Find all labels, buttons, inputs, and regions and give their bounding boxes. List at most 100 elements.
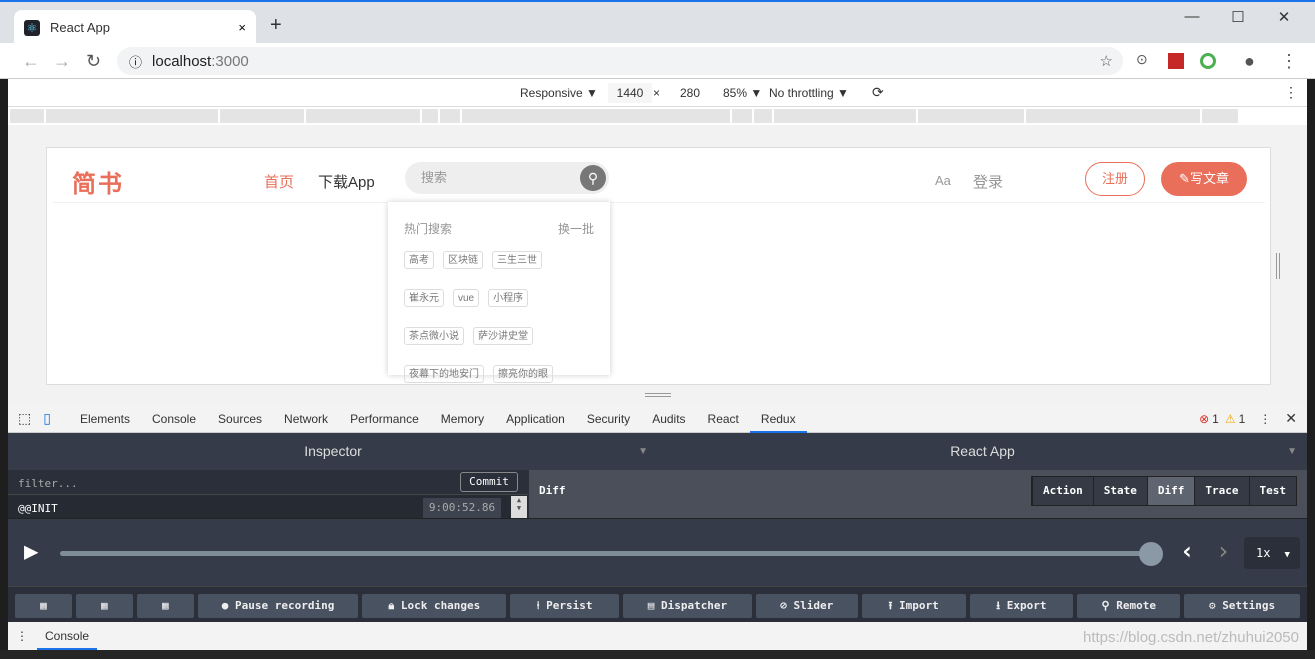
resize-handle-bottom[interactable]: [645, 393, 671, 397]
address-bar-row: ← → ↻ ⓘ localhost:3000 ☆ ⊙ ● ⋮: [0, 43, 1315, 79]
dock-right-button[interactable]: ▦: [75, 594, 133, 618]
hot-tag[interactable]: 三生三世: [492, 251, 542, 269]
tab-diff[interactable]: Diff: [1146, 477, 1195, 505]
tab-test[interactable]: Test: [1248, 477, 1296, 505]
close-devtools-icon[interactable]: ✕: [1285, 410, 1297, 427]
hot-tag[interactable]: 茶点微小说: [404, 327, 464, 345]
star-icon[interactable]: ☆: [1100, 52, 1113, 70]
extension-icon[interactable]: [1168, 53, 1184, 69]
slider-icon: ⊘: [780, 599, 794, 612]
import-button[interactable]: ⭱ Import: [861, 594, 966, 618]
hot-tag[interactable]: vue: [453, 289, 480, 307]
next-icon[interactable]: ›: [1216, 537, 1230, 565]
hot-tag[interactable]: 高考: [404, 251, 434, 269]
dock-bottom-button[interactable]: ▦: [136, 594, 194, 618]
minimize-button[interactable]: —: [1169, 8, 1215, 28]
new-tab-button[interactable]: +: [270, 14, 282, 37]
slider-button[interactable]: ⊘ Slider: [755, 594, 858, 618]
lock-changes-button[interactable]: 🔒︎ Lock changes: [362, 594, 507, 618]
more-icon[interactable]: ⋮: [1284, 84, 1298, 101]
tab-trace[interactable]: Trace: [1194, 477, 1249, 505]
hot-tag[interactable]: 擦亮你的眼: [493, 365, 553, 383]
close-window-button[interactable]: ✕: [1261, 8, 1307, 28]
menu-icon[interactable]: ⋮: [1280, 51, 1298, 72]
tab-redux[interactable]: Redux: [749, 405, 807, 433]
reload-icon[interactable]: ↻: [86, 51, 101, 72]
dock-left-button[interactable]: ▦: [15, 594, 72, 618]
play-icon[interactable]: ▶: [24, 537, 38, 565]
back-icon[interactable]: ←: [22, 51, 40, 72]
write-article-button[interactable]: ✎写文章: [1161, 162, 1247, 196]
commit-button[interactable]: Commit: [460, 472, 518, 492]
hot-tag[interactable]: 夜幕下的地安门: [404, 365, 484, 383]
tab-sources[interactable]: Sources: [207, 405, 273, 433]
hot-tag[interactable]: 小程序: [488, 289, 529, 307]
url-input[interactable]: ⓘ localhost:3000 ☆: [117, 47, 1123, 75]
hot-tag[interactable]: 崔永元: [404, 289, 444, 307]
tab-elements[interactable]: Elements: [69, 405, 141, 433]
drawer-menu-icon[interactable]: ⋮: [16, 629, 28, 643]
profile-icon[interactable]: ●: [1244, 51, 1255, 72]
browser-tab[interactable]: ⚛ React App ×: [14, 10, 256, 45]
height-input[interactable]: 280: [668, 83, 712, 103]
zoom-select[interactable]: 85% ▼: [723, 86, 762, 100]
drawer-tab-console[interactable]: Console: [37, 622, 98, 650]
warning-count[interactable]: 1: [1239, 412, 1246, 426]
more-icon[interactable]: ⋮: [1259, 412, 1271, 426]
device-toggle-icon[interactable]: ▯: [39, 410, 69, 427]
maximize-button[interactable]: ☐: [1215, 8, 1261, 28]
extension-icon[interactable]: [1200, 53, 1216, 69]
forward-icon[interactable]: →: [53, 51, 71, 72]
tab-console[interactable]: Console: [141, 405, 207, 433]
tab-security[interactable]: Security: [576, 405, 641, 433]
export-button[interactable]: ⭳ Export: [969, 594, 1074, 618]
inspect-icon[interactable]: ⬚: [8, 410, 39, 427]
extension-icon[interactable]: ⊙: [1136, 51, 1148, 68]
tab-performance[interactable]: Performance: [339, 405, 430, 433]
device-select[interactable]: Responsive ▼: [520, 86, 598, 100]
tab-memory[interactable]: Memory: [430, 405, 495, 433]
tab-state[interactable]: State: [1092, 477, 1147, 505]
error-icon[interactable]: ⊗: [1199, 412, 1209, 426]
switch-batch-link[interactable]: 换一批: [558, 220, 594, 237]
console-drawer: ⋮ Console https://blog.csdn.net/zhuhui20…: [8, 622, 1307, 650]
search-input[interactable]: 搜索: [405, 162, 609, 194]
search-icon[interactable]: ⚲: [580, 165, 606, 191]
inspector-title: Inspector: [304, 443, 362, 459]
info-icon[interactable]: ⓘ: [129, 52, 142, 71]
throttle-select[interactable]: No throttling ▼: [769, 86, 849, 100]
dispatcher-button[interactable]: ▤ Dispatcher: [623, 594, 752, 618]
remote-button[interactable]: ⚲ Remote: [1077, 594, 1181, 618]
register-button[interactable]: 注册: [1085, 162, 1145, 196]
hot-tag[interactable]: 萨沙讲史堂: [473, 327, 533, 345]
speed-select[interactable]: 1x ▼: [1244, 537, 1300, 569]
hot-tag[interactable]: 区块链: [443, 251, 483, 269]
slider-handle[interactable]: [1139, 542, 1163, 566]
width-input[interactable]: 1440: [608, 83, 652, 103]
media-query-bar[interactable]: [8, 107, 1307, 125]
error-count[interactable]: 1: [1212, 412, 1219, 426]
rotate-icon[interactable]: ⟳: [872, 84, 884, 101]
settings-button[interactable]: ⚙ Settings: [1184, 594, 1300, 618]
tab-react[interactable]: React: [697, 405, 750, 433]
instance-select[interactable]: React App ▼: [658, 433, 1307, 470]
previous-icon[interactable]: ‹: [1180, 537, 1194, 565]
tab-network[interactable]: Network: [273, 405, 339, 433]
warning-icon[interactable]: ⚠: [1225, 412, 1236, 426]
close-tab-icon[interactable]: ×: [238, 20, 246, 35]
persist-button[interactable]: ⍿ Persist: [510, 594, 620, 618]
resize-handle-right[interactable]: [1276, 253, 1280, 279]
tab-audits[interactable]: Audits: [641, 405, 696, 433]
tab-action[interactable]: Action: [1032, 477, 1093, 505]
nav-download-app[interactable]: 下载App: [318, 171, 375, 192]
scrollbar[interactable]: ▲ ▼: [511, 496, 527, 518]
filter-input[interactable]: filter...: [8, 470, 528, 495]
tab-application[interactable]: Application: [495, 405, 576, 433]
font-size-icon[interactable]: Aa: [935, 173, 951, 188]
timeline-slider[interactable]: [60, 551, 1150, 556]
pause-recording-button[interactable]: ● Pause recording: [197, 594, 359, 618]
login-link[interactable]: 登录: [973, 171, 1003, 192]
logo[interactable]: 简书: [72, 164, 124, 199]
monitor-select[interactable]: Inspector ▼: [8, 433, 658, 470]
nav-home[interactable]: 首页: [264, 171, 294, 192]
